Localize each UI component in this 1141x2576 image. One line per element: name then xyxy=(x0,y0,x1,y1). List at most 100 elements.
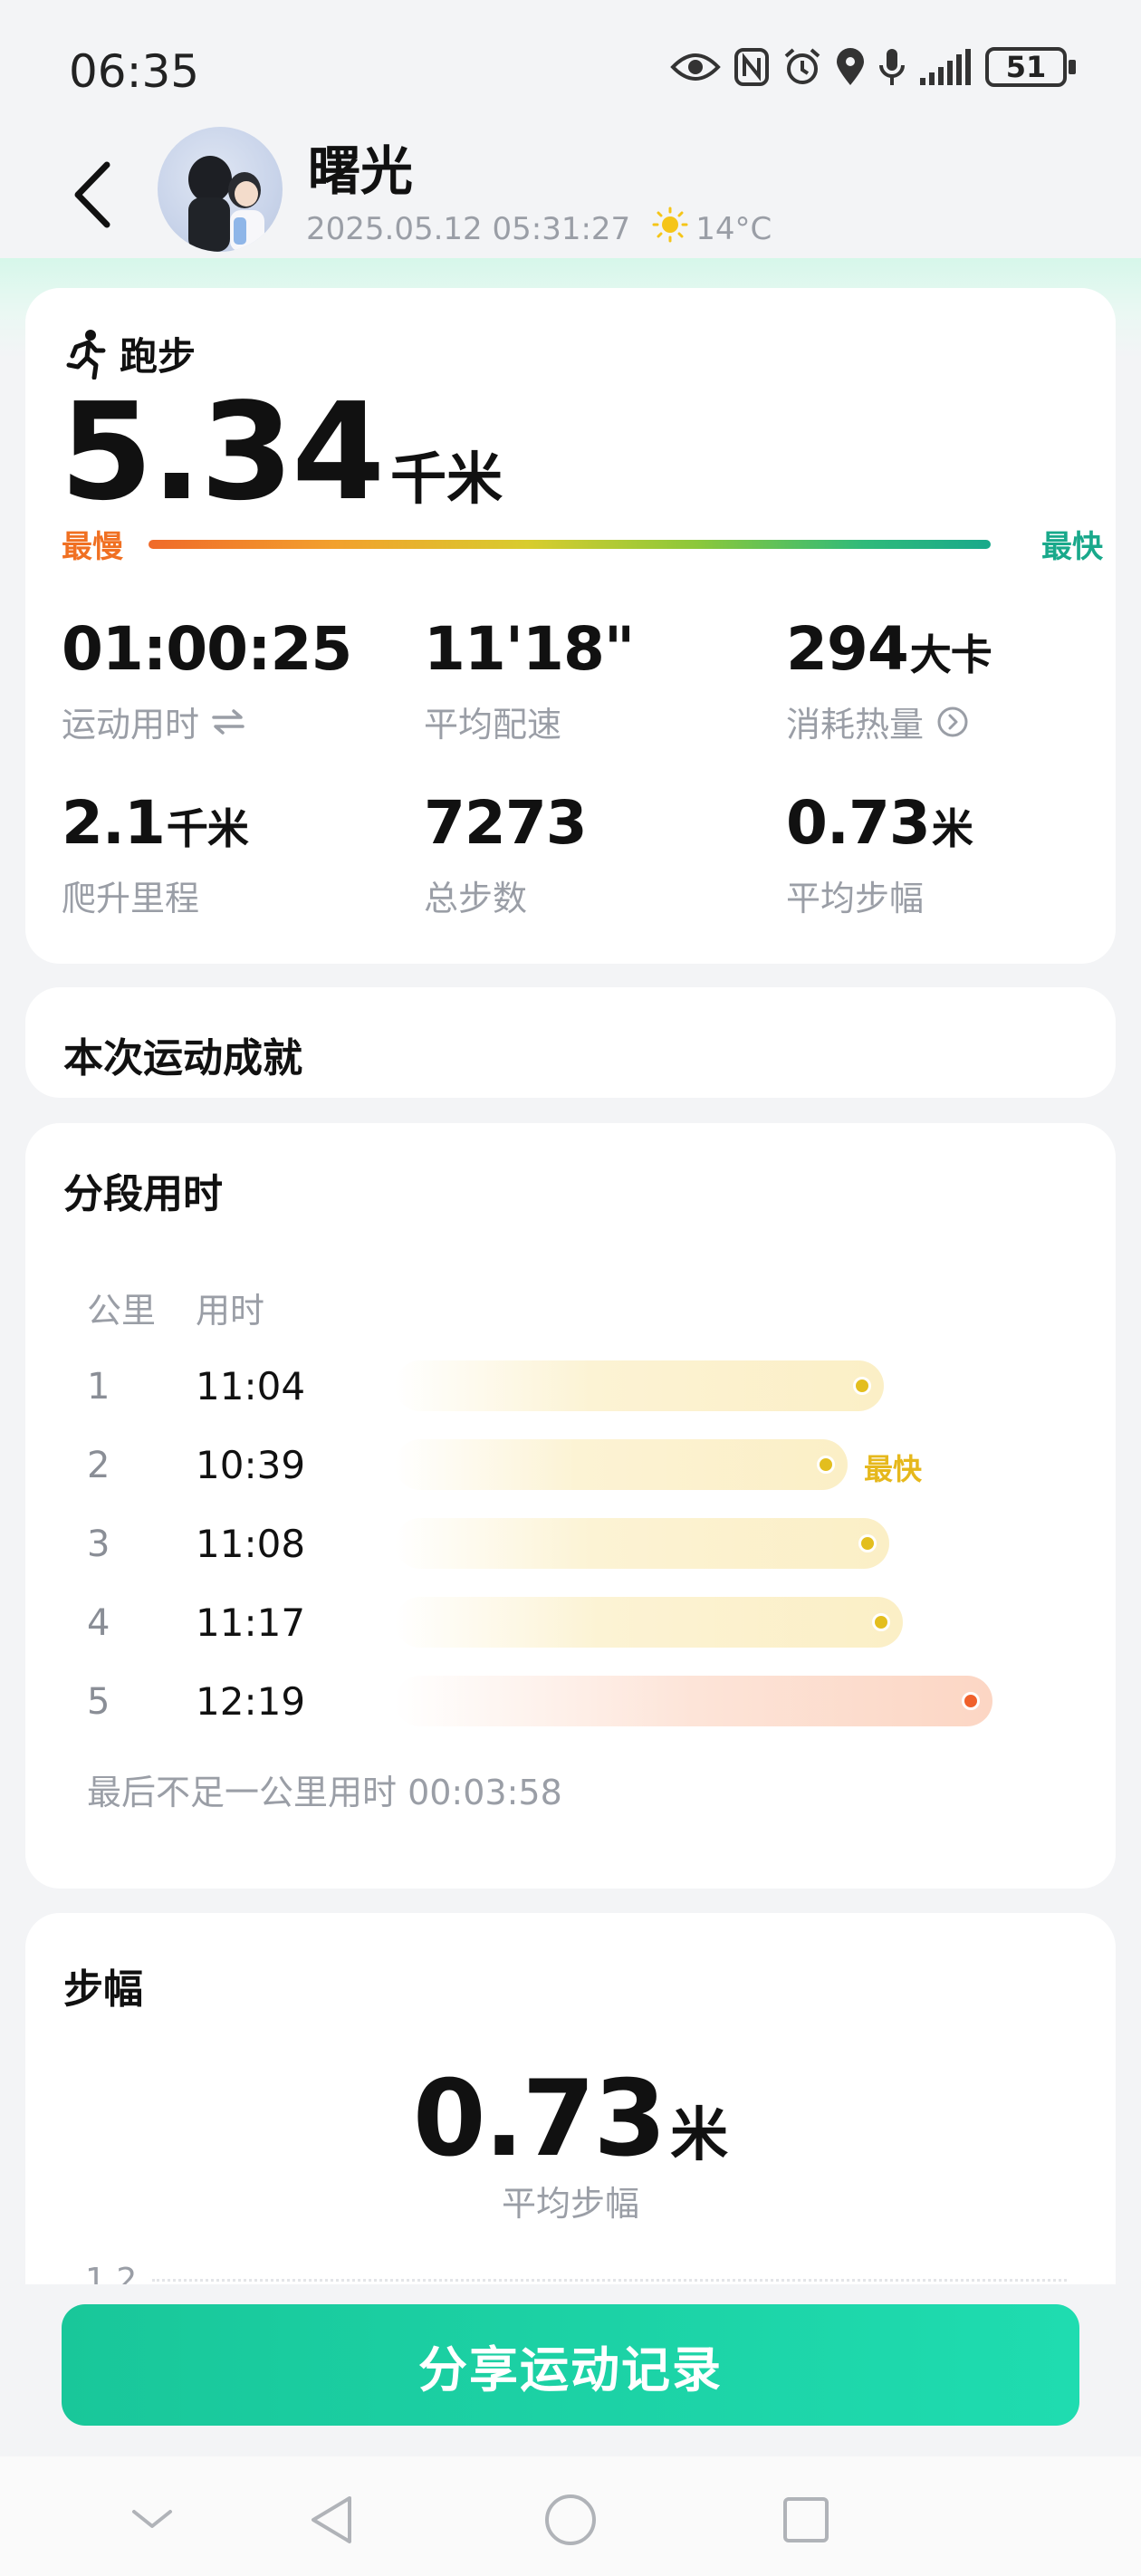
home-circle-icon[interactable] xyxy=(534,2484,607,2556)
recents-square-icon[interactable] xyxy=(770,2484,842,2556)
splits-remainder-note: 最后不足一公里用时 00:03:58 xyxy=(87,1773,562,1812)
split-time: 11:08 xyxy=(196,1522,306,1566)
alarm-icon xyxy=(782,47,822,87)
split-km: 1 xyxy=(87,1366,110,1408)
stat-avg-stride: 0.73 米 平均步幅 xyxy=(786,788,1130,920)
distance-unit: 千米 xyxy=(390,446,503,512)
collapse-icon[interactable] xyxy=(116,2484,188,2556)
pace-gradient-bar xyxy=(149,540,991,549)
sport-type-label: 跑步 xyxy=(120,334,197,379)
stat-value: 2.1 xyxy=(62,788,166,858)
split-dot xyxy=(817,1456,835,1474)
fastest-label: 最快 xyxy=(1041,529,1103,565)
temperature: 14°C xyxy=(695,210,772,247)
workout-datetime: 2025.05.12 05:31:27 xyxy=(306,210,631,247)
stat-climb: 2.1 千米 爬升里程 xyxy=(62,788,406,920)
stride-card: 步幅 0.73 米 平均步幅 1.2 xyxy=(25,1913,1116,2284)
stat-steps: 7273 总步数 xyxy=(424,788,768,920)
location-icon xyxy=(835,47,866,87)
back-arrow-icon xyxy=(74,161,110,228)
split-row: 5 12:19 xyxy=(87,1676,1083,1730)
distance-value: 5.34 xyxy=(60,374,385,530)
stat-unit: 大卡 xyxy=(909,630,992,679)
stride-value: 0.73 米 xyxy=(25,2058,1116,2180)
share-area: 分享运动记录 xyxy=(0,2284,1141,2456)
splits-col-time: 用时 xyxy=(196,1291,265,1331)
status-icons: 51 xyxy=(670,47,1076,87)
split-km: 2 xyxy=(87,1445,110,1486)
stat-unit: 千米 xyxy=(166,804,249,853)
splits-col-km: 公里 xyxy=(87,1291,157,1331)
avatar[interactable] xyxy=(158,127,283,252)
stat-label: 消耗热量 xyxy=(786,705,925,745)
split-time: 11:17 xyxy=(196,1600,306,1645)
stat-calories[interactable]: 294 大卡 消耗热量 xyxy=(786,614,1130,746)
mic-icon xyxy=(878,47,906,87)
stat-label: 运动用时 xyxy=(62,705,200,745)
back-button[interactable] xyxy=(63,154,127,235)
split-dot xyxy=(872,1613,890,1631)
eye-icon xyxy=(670,49,721,85)
stat-unit: 米 xyxy=(931,804,973,853)
stat-label: 总步数 xyxy=(424,879,528,918)
stat-value: 294 xyxy=(786,614,909,684)
stride-number: 0.73 xyxy=(412,2058,666,2180)
stat-value: 11'18" xyxy=(424,614,635,684)
split-dot xyxy=(858,1534,877,1552)
splits-title: 分段用时 xyxy=(63,1171,223,1217)
stat-value: 7273 xyxy=(424,788,588,858)
stat-value: 01:00:25 xyxy=(62,614,352,684)
split-row: 3 11:08 xyxy=(87,1518,1083,1572)
signal-icon xyxy=(918,47,973,87)
sun-icon xyxy=(652,207,688,251)
split-bar xyxy=(395,1360,884,1411)
split-dot xyxy=(853,1377,871,1395)
stride-gridline xyxy=(152,2279,1067,2282)
sport-type: 跑步 xyxy=(63,326,196,381)
share-workout-button[interactable]: 分享运动记录 xyxy=(62,2304,1079,2426)
chevron-right-circle-icon[interactable] xyxy=(936,706,969,738)
header: 曙光 2025.05.12 05:31:27 14°C xyxy=(0,118,1141,263)
stat-duration[interactable]: 01:00:25 运动用时 xyxy=(62,614,406,746)
split-time: 11:04 xyxy=(196,1364,306,1408)
split-row: 1 11:04 xyxy=(87,1360,1083,1415)
split-km: 3 xyxy=(87,1523,110,1565)
split-bar xyxy=(395,1518,889,1569)
split-bar xyxy=(395,1439,848,1490)
running-icon xyxy=(66,329,106,380)
distance: 5.34 千米 xyxy=(60,379,503,526)
stride-axis-tick: 1.2 xyxy=(85,2262,138,2284)
stride-title: 步幅 xyxy=(63,1966,143,2013)
workout-meta: 2025.05.12 05:31:27 14°C xyxy=(306,207,772,251)
username: 曙光 xyxy=(308,140,414,202)
split-dot xyxy=(962,1692,980,1710)
stride-label: 平均步幅 xyxy=(501,2184,639,2224)
nfc-icon xyxy=(734,47,770,87)
stat-label: 平均步幅 xyxy=(786,879,925,918)
stat-label: 爬升里程 xyxy=(62,879,200,918)
battery-icon: 51 xyxy=(985,47,1076,87)
split-km: 5 xyxy=(87,1681,110,1723)
splits-header: 公里 用时 xyxy=(87,1283,264,1332)
split-time: 12:19 xyxy=(196,1679,306,1724)
system-nav-bar xyxy=(0,2456,1141,2576)
splits-card: 分段用时 公里 用时 1 11:04 2 10:39 最快 3 11:08 4 11:17 5 12… xyxy=(25,1123,1116,1889)
achievements-card[interactable]: 本次运动成就 xyxy=(25,987,1116,1098)
split-row: 2 10:39 最快 xyxy=(87,1439,1083,1494)
achievements-title: 本次运动成就 xyxy=(63,1035,302,1081)
status-bar: 06:35 51 xyxy=(0,0,1141,136)
split-row: 4 11:17 xyxy=(87,1597,1083,1651)
back-triangle-icon[interactable] xyxy=(295,2484,368,2556)
stat-value: 0.73 xyxy=(786,788,931,858)
split-bar xyxy=(395,1676,992,1726)
split-km: 4 xyxy=(87,1602,110,1644)
split-fastest-tag: 最快 xyxy=(864,1452,923,1486)
slowest-label: 最慢 xyxy=(62,529,123,565)
stride-unit: 米 xyxy=(670,2102,729,2169)
stat-label: 平均配速 xyxy=(424,705,562,745)
swap-icon[interactable] xyxy=(212,708,244,735)
split-time: 10:39 xyxy=(196,1443,306,1487)
status-time: 06:35 xyxy=(69,45,200,98)
stat-avg-pace: 11'18" 平均配速 xyxy=(424,614,768,746)
summary-card: 跑步 5.34 千米 最慢 最快 01:00:25 运动用时 11'18" 平均… xyxy=(25,288,1116,964)
